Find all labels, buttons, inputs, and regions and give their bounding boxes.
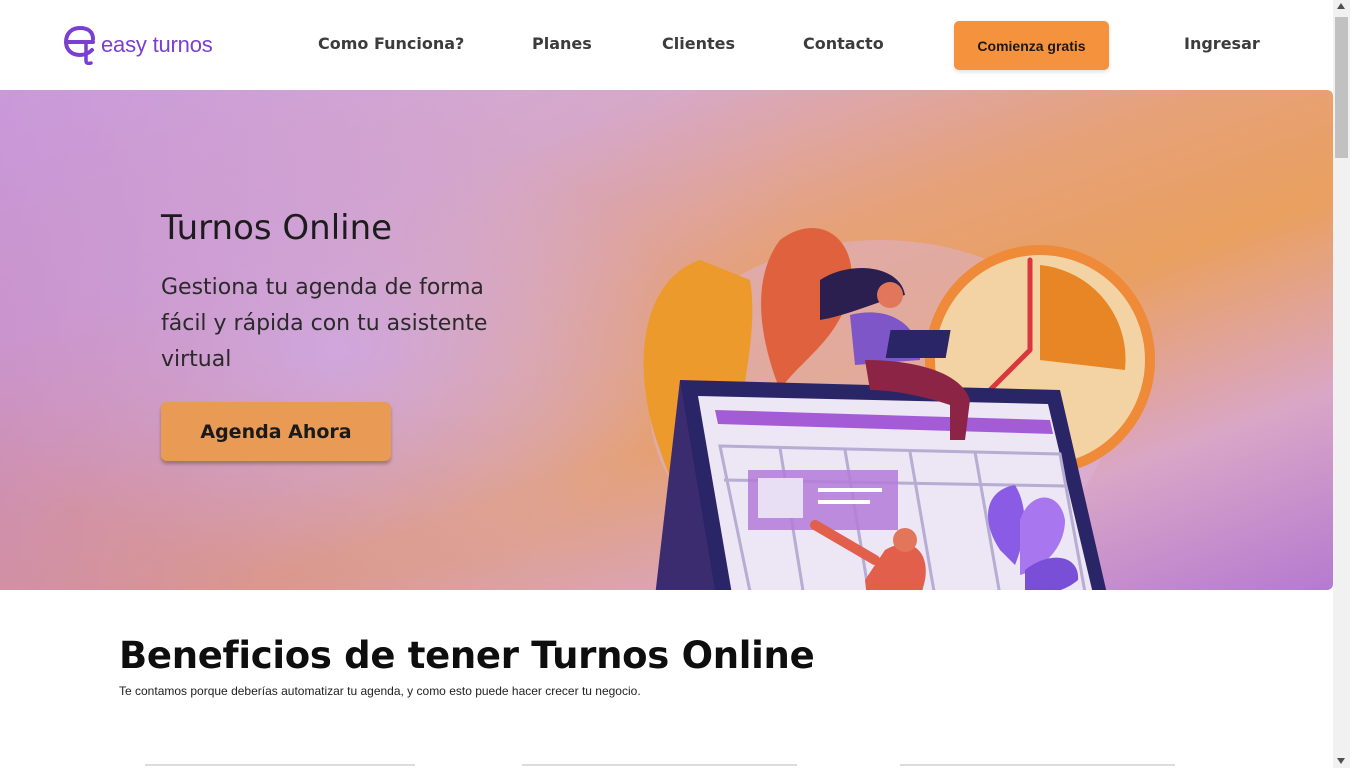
site-header: easy turnos Como Funciona? Planes Client… xyxy=(0,0,1333,90)
logo-text: easy turnos xyxy=(101,32,213,57)
nav-clientes[interactable]: Clientes xyxy=(662,34,735,53)
scroll-down-arrow-icon[interactable] xyxy=(1337,758,1345,764)
woman-head xyxy=(877,282,903,308)
benefits-subtitle: Te contamos porque deberías automatizar … xyxy=(119,684,641,698)
benefit-card xyxy=(522,764,797,768)
hero-subtitle: Gestiona tu agenda de forma fácil y rápi… xyxy=(161,275,488,372)
nav-planes[interactable]: Planes xyxy=(532,34,592,53)
benefit-card xyxy=(900,764,1175,768)
page-scrollbar[interactable] xyxy=(1333,0,1350,768)
event-card-thumbnail xyxy=(758,478,803,518)
ingresar-link[interactable]: Ingresar xyxy=(1184,34,1260,53)
benefit-card xyxy=(145,764,415,768)
nav-como-funciona[interactable]: Como Funciona? xyxy=(318,34,464,53)
laptop-icon xyxy=(885,330,951,358)
hero-title: Turnos Online xyxy=(161,208,393,248)
man-head xyxy=(893,528,917,552)
calendar-scheduling-illustration xyxy=(643,228,1155,590)
agenda-ahora-button[interactable]: Agenda Ahora xyxy=(161,402,391,461)
scroll-up-arrow-icon[interactable] xyxy=(1337,3,1345,9)
nav-contacto[interactable]: Contacto xyxy=(803,34,884,53)
scrollbar-thumb[interactable] xyxy=(1335,17,1348,158)
easy-turnos-logo-icon xyxy=(63,25,95,65)
comienza-gratis-button[interactable]: Comienza gratis xyxy=(954,21,1109,70)
window-edge xyxy=(1350,0,1360,768)
site-logo[interactable]: easy turnos xyxy=(63,24,223,66)
hero-banner: Turnos Online Gestiona tu agenda de form… xyxy=(0,90,1333,590)
benefits-title: Beneficios de tener Turnos Online xyxy=(119,634,815,677)
